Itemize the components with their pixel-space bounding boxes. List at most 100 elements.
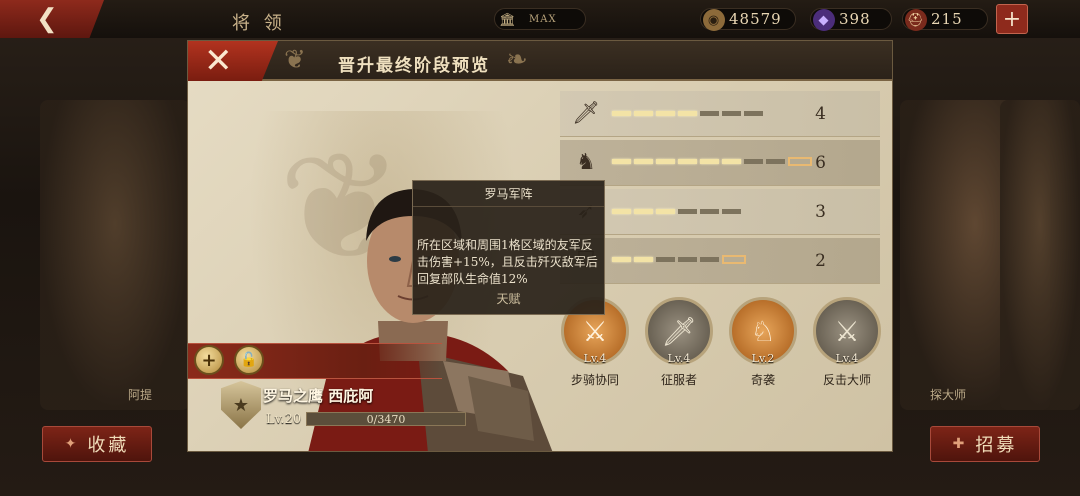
stat-segment	[700, 209, 719, 214]
stat-row-infantry: 🗡 4	[560, 91, 880, 137]
troop-value: 215	[931, 10, 963, 28]
stat-segment	[722, 159, 741, 164]
plus-icon: +	[201, 349, 217, 371]
stat-segment	[700, 159, 719, 164]
gem-value: 398	[839, 10, 871, 28]
exp-bar: 0/3470	[306, 412, 466, 426]
modal-title: 晋升最终阶段预览	[338, 56, 490, 76]
lock-icon: 🔓	[240, 352, 258, 368]
add-button[interactable]: +	[194, 345, 224, 375]
stat-segment	[656, 159, 675, 164]
plus-icon: +	[1002, 6, 1022, 32]
skill-name: 步骑协同	[570, 373, 619, 387]
sword-laurel-icon: 🗡	[661, 314, 697, 348]
stat-segment	[612, 257, 631, 262]
skill-item[interactable]: ⚔ Lv.4 反击大师	[812, 297, 882, 388]
stat-segment	[612, 209, 631, 214]
tooltip-title: 罗马军阵	[413, 181, 604, 207]
background-hero-right-label: 探大师	[930, 388, 967, 402]
stat-segment	[722, 209, 741, 214]
horse-icon: ♞	[576, 150, 596, 175]
stat-segment	[634, 257, 653, 262]
recruit-button[interactable]: ✚ 招募	[930, 426, 1040, 462]
sword-icon: 🗡	[572, 101, 600, 126]
stat-bars	[612, 111, 812, 116]
infantry-cavalry-icon: ⚔	[582, 314, 608, 348]
lock-button[interactable]: 🔓	[234, 345, 264, 375]
stat-row-cavalry: ♞ 6	[560, 140, 880, 186]
skill-level: Lv.4	[835, 352, 859, 365]
stat-cap-marker	[722, 255, 746, 264]
stat-row-archer: ➶ 3	[560, 189, 880, 235]
skill-level: Lv.4	[667, 352, 691, 365]
background-hero-left-label: 阿提	[128, 388, 153, 402]
stat-segment	[656, 111, 675, 116]
exp-value: 0/3470	[366, 412, 406, 426]
skill-list: ⚔ Lv.4 步骑协同 🗡 Lv.4 征服者 ♘ Lv.2 奇袭 ⚔ Lv.4	[560, 297, 890, 388]
unit-stats: 🗡 4 ♞ 6 ➶ 3 ⛉ 2	[560, 91, 880, 287]
stat-segment	[744, 159, 763, 164]
counter-attack-icon: ⚔	[834, 314, 860, 348]
stat-row-siege: ⛉ 2	[560, 238, 880, 284]
max-label: MAX	[529, 13, 557, 25]
building-resource: 🏛 MAX	[494, 8, 586, 30]
background-hero-left	[40, 100, 190, 410]
stat-bars	[612, 209, 812, 214]
stat-segment	[700, 111, 719, 116]
close-x-icon: ✕	[204, 41, 233, 81]
stat-segment	[656, 209, 675, 214]
gem-counter[interactable]: ◆ 398	[810, 8, 892, 31]
stat-value: 6	[815, 152, 826, 173]
coin-value: 48579	[729, 10, 782, 28]
skill-name: 征服者	[660, 373, 697, 387]
skill-disc[interactable]: ♘ Lv.2	[729, 297, 797, 365]
skill-name: 反击大师	[822, 373, 871, 387]
stat-segment	[678, 209, 697, 214]
helmet-icon: ⛑	[905, 9, 927, 31]
stat-segment	[744, 111, 763, 116]
stat-segment	[634, 111, 653, 116]
skill-item[interactable]: ♘ Lv.2 奇袭	[728, 297, 798, 388]
skill-disc[interactable]: 🗡 Lv.4	[645, 297, 713, 365]
recruit-icon: ✚	[952, 436, 968, 452]
temple-icon: 🏛	[499, 12, 517, 28]
modal-header: ✕ ❦ 晋升最终阶段预览 ❧	[188, 41, 892, 81]
tooltip-footer: 天赋	[496, 292, 521, 306]
stat-segment	[678, 159, 697, 164]
skill-disc[interactable]: ⚔ Lv.4	[813, 297, 881, 365]
stat-bars	[612, 255, 812, 264]
stat-value: 3	[815, 201, 826, 222]
stat-segment	[678, 111, 697, 116]
stat-segment	[722, 111, 741, 116]
hero-action-strip	[188, 343, 442, 379]
top-bar: ❮ 将 领 🏛 MAX ◉ 48579 ◆ 398 ⛑ 215 +	[0, 0, 1080, 38]
stat-segment	[678, 257, 697, 262]
stat-segment	[700, 257, 719, 262]
stat-cap-marker	[788, 157, 812, 166]
background-hero-far-right	[1000, 100, 1080, 410]
troop-counter[interactable]: ⛑ 215	[902, 8, 988, 31]
skill-name: 奇袭	[750, 373, 775, 387]
stat-bars	[612, 157, 812, 166]
hero-level: Lv.20	[266, 411, 302, 427]
wing-icon: ✦	[64, 436, 80, 452]
stat-value: 4	[815, 103, 826, 124]
coin-counter[interactable]: ◉ 48579	[700, 8, 796, 31]
hero-level-row: Lv.20 0/3470	[266, 411, 466, 427]
stat-segment	[656, 257, 675, 262]
stat-segment	[634, 159, 653, 164]
close-button[interactable]: ✕	[188, 41, 278, 81]
talent-tooltip: 罗马军阵 所在区域和周围1格区域的友军反击伤害+15%，且反击歼灭敌军后回复部队…	[412, 180, 605, 315]
arrow-left-icon: ❮	[36, 4, 58, 34]
hero-name: 罗马之鹰 西庇阿	[263, 387, 374, 405]
skill-level: Lv.4	[583, 352, 607, 365]
skill-level: Lv.2	[751, 352, 775, 365]
page-title: 将 领	[232, 13, 286, 34]
tooltip-body: 所在区域和周围1格区域的友军反击伤害+15%，且反击歼灭敌军后回复部队生命值12…	[417, 238, 598, 286]
favorite-button[interactable]: ✦ 收藏	[42, 426, 152, 462]
back-button[interactable]: ❮	[0, 0, 104, 38]
stat-value: 2	[815, 250, 826, 271]
add-resource-button[interactable]: +	[996, 4, 1028, 34]
skill-item[interactable]: 🗡 Lv.4 征服者	[644, 297, 714, 388]
recruit-label: 招募	[975, 435, 1018, 456]
